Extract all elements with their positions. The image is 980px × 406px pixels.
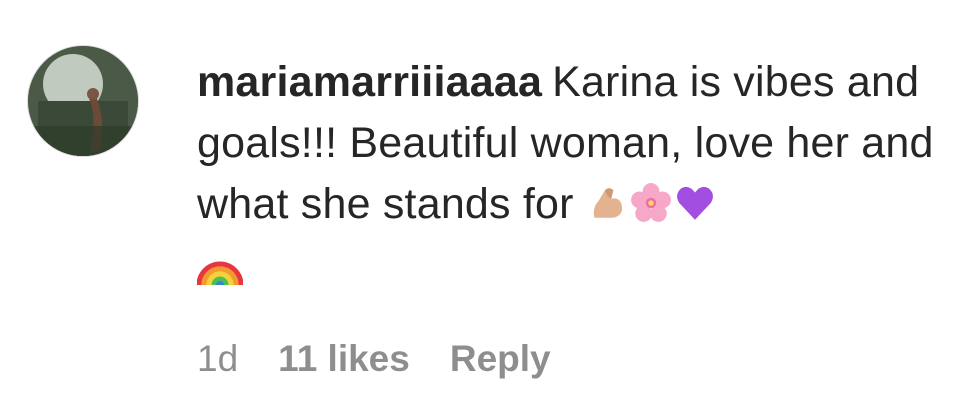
cherry-blossom-icon xyxy=(630,183,671,222)
flexed-biceps-icon xyxy=(593,188,622,218)
rainbow-icon xyxy=(197,261,243,286)
comment-body: mariamarriiiaaaa Karina is vibes and goal… xyxy=(197,52,957,287)
purple-heart-icon xyxy=(676,186,713,220)
avatar[interactable] xyxy=(27,45,139,157)
comment-username[interactable]: mariamarriiiaaaa xyxy=(197,58,542,106)
reply-button[interactable]: Reply xyxy=(450,338,551,380)
comment-timestamp[interactable]: 1d xyxy=(197,338,238,380)
avatar-image xyxy=(28,46,138,156)
comment-meta: 1d 11 likes Reply xyxy=(197,338,591,380)
likes-count[interactable]: 11 likes xyxy=(278,338,410,380)
